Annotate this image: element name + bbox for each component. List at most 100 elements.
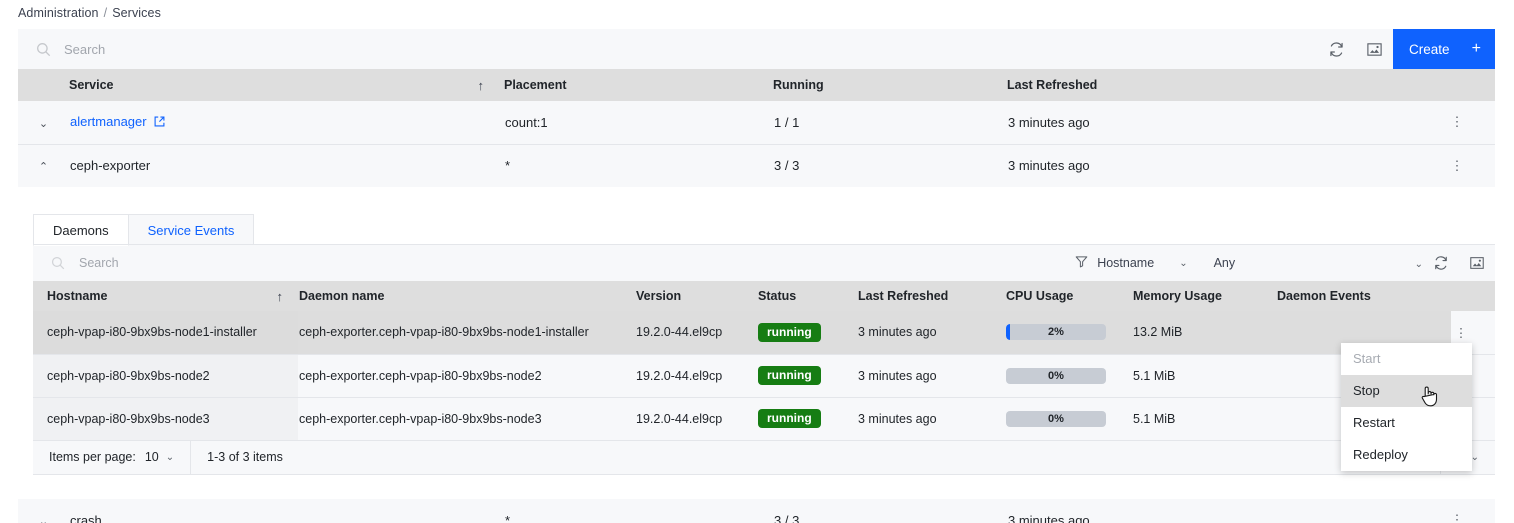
chevron-up-icon: ⌃ <box>38 161 49 174</box>
chevron-down-icon: ⌄ <box>1179 257 1188 269</box>
column-header-last-refreshed[interactable]: Last Refreshed <box>857 281 1005 311</box>
chevron-down-icon: ⌄ <box>165 451 175 463</box>
table-row[interactable]: ceph-vpap-i80-9bx9bs-node1-installer cep… <box>33 311 1495 355</box>
column-header-daemon-name[interactable]: Daemon name <box>298 281 635 311</box>
daemons-detail-panel: Daemons Service Events Hostname <box>33 214 1495 499</box>
row-actions-kebab-icon[interactable]: ⋮ <box>1448 114 1466 130</box>
cell-hostname: ceph-vpap-i80-9bx9bs-node3 <box>33 397 298 441</box>
cell-running: 3 / 3 <box>773 499 1007 523</box>
cpu-usage-label: 2% <box>1048 326 1064 339</box>
row-actions-kebab-icon[interactable]: ⋮ <box>1448 512 1466 523</box>
items-per-page-value: 10 <box>144 450 159 464</box>
tab-daemons[interactable]: Daemons <box>33 214 129 246</box>
cell-memory-usage: 13.2 MiB <box>1132 311 1276 355</box>
daemons-search-input[interactable] <box>79 256 319 270</box>
status-badge: running <box>758 409 821 428</box>
items-per-page-select[interactable]: 10 ⌄ <box>145 450 174 464</box>
cell-status: running <box>757 311 857 355</box>
row-expander[interactable]: ⌄ <box>18 499 69 523</box>
detail-tabs: Daemons Service Events <box>33 214 1495 246</box>
column-header-cpu-usage[interactable]: CPU Usage <box>1005 281 1132 311</box>
column-header-hostname[interactable]: Hostname ↑ <box>33 281 298 311</box>
cell-actions: ⋮ <box>1447 101 1495 145</box>
row-expander[interactable]: ⌄ <box>18 101 69 145</box>
refresh-icon-button[interactable] <box>1317 29 1355 69</box>
cell-service: crash <box>69 499 504 523</box>
items-per-page-group: Items per page: 10 ⌄ <box>33 441 190 474</box>
pagination-bar: Items per page: 10 ⌄ 1-3 of 3 items 1 ⌄ <box>33 440 1495 475</box>
table-row[interactable]: ⌃ ceph-exporter * 3 / 3 3 minutes ago ⋮ <box>18 144 1495 187</box>
services-search-wrap <box>18 29 1317 69</box>
expander-column-header <box>18 69 69 101</box>
cell-status: running <box>757 397 857 441</box>
cpu-usage-label: 0% <box>1048 369 1064 382</box>
cell-placement: count:1 <box>504 101 773 145</box>
column-header-daemon-events[interactable]: Daemon Events <box>1276 281 1451 311</box>
daemons-toolbar: Hostname ⌄ Any ⌄ <box>33 245 1495 281</box>
status-badge: running <box>758 366 821 385</box>
row-actions-kebab-icon[interactable]: ⋮ <box>1452 325 1470 340</box>
external-link-icon[interactable] <box>154 115 165 130</box>
column-header-status[interactable]: Status <box>757 281 857 311</box>
search-icon <box>51 256 66 271</box>
menu-item-restart[interactable]: Restart <box>1341 407 1472 439</box>
menu-item-stop[interactable]: Stop <box>1341 375 1472 407</box>
cell-placement: * <box>504 144 773 187</box>
refresh-icon-button[interactable] <box>1423 245 1459 281</box>
table-row[interactable]: ceph-vpap-i80-9bx9bs-node3 ceph-exporter… <box>33 397 1495 441</box>
search-icon <box>36 42 51 57</box>
chevron-down-icon[interactable]: ⌄ <box>1415 259 1423 270</box>
cell-last-refreshed: 3 minutes ago <box>1007 499 1447 523</box>
table-row[interactable]: ceph-vpap-i80-9bx9bs-node2 ceph-exporter… <box>33 354 1495 398</box>
cell-last-refreshed: 3 minutes ago <box>857 354 1005 398</box>
table-row[interactable]: ⌄ alertmanager count:1 1 / 1 3 minutes a… <box>18 101 1495 145</box>
cell-actions: ⋮ <box>1447 144 1495 187</box>
column-header-last-refreshed[interactable]: Last Refreshed <box>1007 69 1447 101</box>
filter-field-selector[interactable]: Hostname ⌄ <box>1065 255 1197 271</box>
column-header-placement[interactable]: Placement <box>504 69 773 101</box>
menu-item-redeploy[interactable]: Redeploy <box>1341 439 1472 471</box>
actions-column-header <box>1451 281 1495 311</box>
cell-daemon-name: ceph-exporter.ceph-vpap-i80-9bx9bs-node1… <box>298 311 635 355</box>
cell-service: ceph-exporter <box>69 144 504 187</box>
cpu-usage-bar: 0% <box>1006 367 1106 384</box>
breadcrumb-separator: / <box>103 6 108 20</box>
column-header-version[interactable]: Version <box>635 281 757 311</box>
cell-daemon-name: ceph-exporter.ceph-vpap-i80-9bx9bs-node3 <box>298 397 635 441</box>
column-header-service[interactable]: Service ↑ <box>69 69 504 101</box>
cell-running: 3 / 3 <box>773 144 1007 187</box>
cell-last-refreshed: 3 minutes ago <box>1007 101 1447 145</box>
table-settings-icon-button[interactable] <box>1355 29 1393 69</box>
column-label-hostname: Hostname <box>47 288 108 303</box>
row-actions-kebab-icon[interactable]: ⋮ <box>1448 158 1466 174</box>
table-settings-icon-button[interactable] <box>1459 245 1495 281</box>
cell-hostname: ceph-vpap-i80-9bx9bs-node1-installer <box>33 311 298 355</box>
tabs-divider <box>33 244 1495 245</box>
cpu-usage-label: 0% <box>1048 412 1064 425</box>
cell-cpu-usage: 2% <box>1005 311 1132 355</box>
breadcrumb-current: Services <box>112 6 161 20</box>
filter-value-selector[interactable]: Any ⌄ <box>1198 256 1423 270</box>
column-header-memory-usage[interactable]: Memory Usage <box>1132 281 1276 311</box>
filter-value-label: Any <box>1213 256 1236 270</box>
row-expander[interactable]: ⌃ <box>18 144 69 187</box>
column-label-service: Service <box>69 77 114 92</box>
tab-service-events[interactable]: Service Events <box>127 214 255 245</box>
create-button[interactable]: Create + <box>1393 29 1495 69</box>
create-button-label: Create <box>1409 41 1450 57</box>
service-link-alertmanager[interactable]: alertmanager <box>70 114 147 129</box>
items-per-page-label: Items per page: <box>49 450 136 464</box>
services-card: Create + Service ↑ Placement Running Las… <box>18 29 1495 523</box>
cell-daemon-name: ceph-exporter.ceph-vpap-i80-9bx9bs-node2 <box>298 354 635 398</box>
cell-hostname: ceph-vpap-i80-9bx9bs-node2 <box>33 354 298 398</box>
daemons-table-header: Hostname ↑ Daemon name Version Status La… <box>33 281 1495 311</box>
column-header-running[interactable]: Running <box>773 69 1007 101</box>
breadcrumb-root[interactable]: Administration <box>18 6 99 20</box>
actions-column-header <box>1447 69 1495 101</box>
services-table-header: Service ↑ Placement Running Last Refresh… <box>18 69 1495 101</box>
services-search-input[interactable] <box>64 41 364 57</box>
services-toolbar: Create + <box>18 29 1495 69</box>
services-table-bottom: ⌄ crash * 3 / 3 3 minutes ago ⋮ <box>18 499 1495 523</box>
table-row[interactable]: ⌄ crash * 3 / 3 3 minutes ago ⋮ <box>18 499 1495 523</box>
cell-placement: * <box>504 499 773 523</box>
